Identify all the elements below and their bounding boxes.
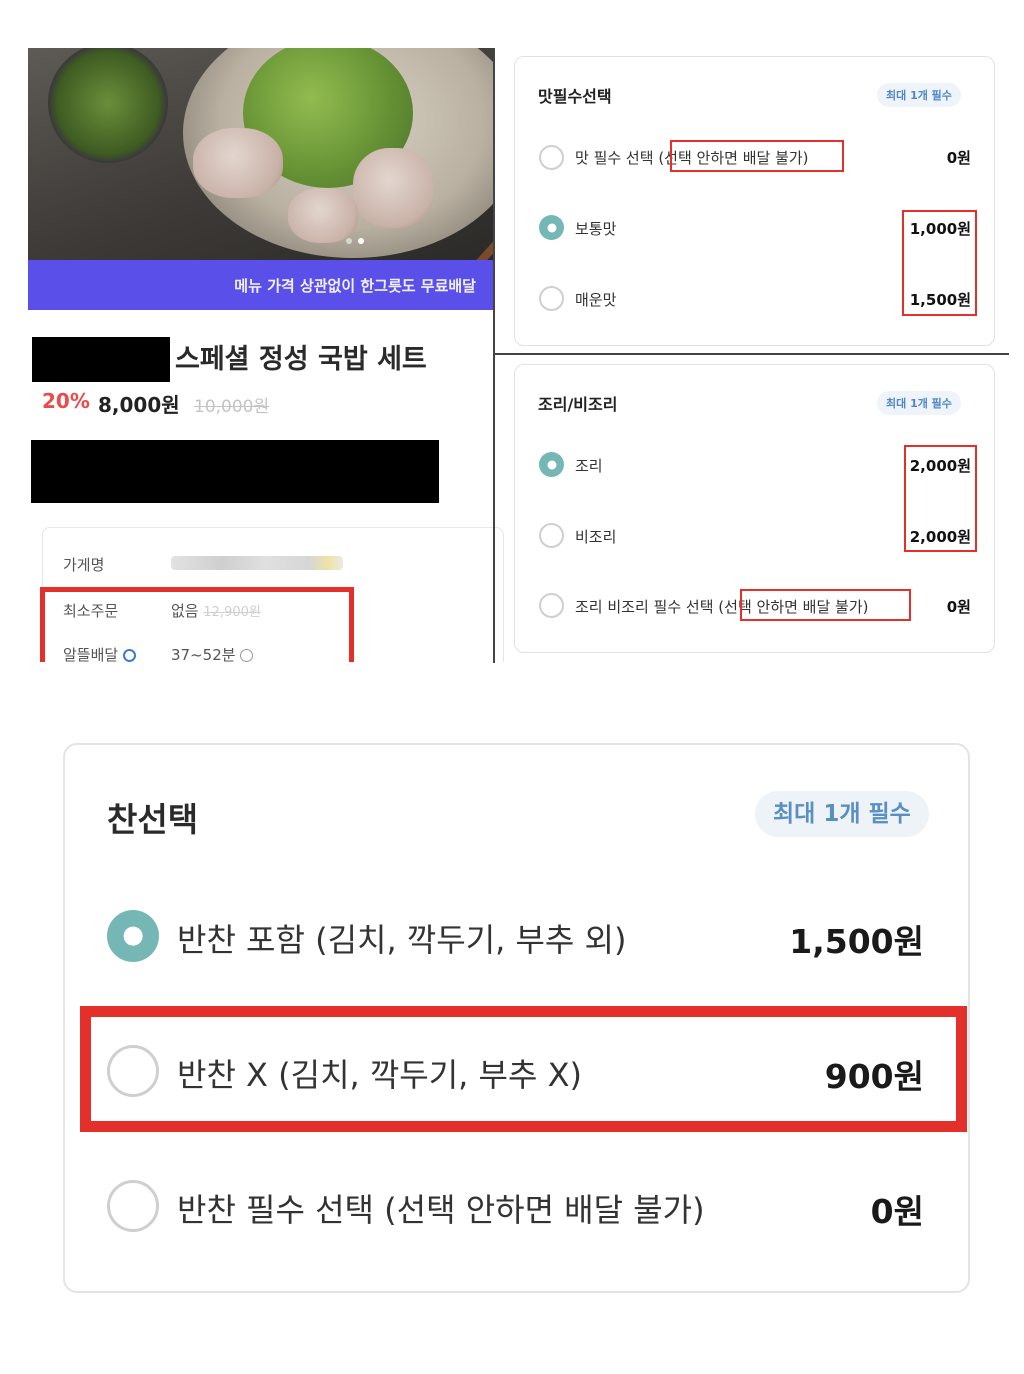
- side-bowl: [48, 48, 168, 163]
- product-photo: [28, 48, 494, 260]
- radio-spicy-taste[interactable]: [539, 286, 564, 311]
- discount-rate: 20%: [42, 389, 90, 413]
- carousel-dot[interactable]: [346, 238, 352, 244]
- required-badge: 최대 1개 필수: [877, 83, 961, 107]
- blurred-store-name: [171, 556, 343, 570]
- carousel-dot-active[interactable]: [358, 238, 364, 244]
- annotation-highlight: [80, 1006, 967, 1132]
- option-label-text: 맛 필수 선택: [575, 149, 654, 167]
- meat-slice: [353, 148, 433, 228]
- option-price: 1,500원: [789, 922, 924, 961]
- radio-cook-required[interactable]: [539, 593, 564, 618]
- option-label[interactable]: 반찬 포함 (김치, 깍두기, 부추 외): [177, 915, 626, 961]
- annotation-highlight: [740, 589, 911, 621]
- store-label: 가게명: [63, 556, 105, 574]
- divider: [493, 353, 1009, 355]
- meat-slice: [288, 188, 358, 243]
- divider: [493, 48, 495, 663]
- option-label[interactable]: 보통맛: [575, 218, 616, 239]
- option-label[interactable]: 반찬 필수 선택 (선택 안하면 배달 불가): [177, 1185, 705, 1231]
- option-label[interactable]: 매운맛: [575, 289, 616, 310]
- required-badge: 최대 1개 필수: [877, 391, 961, 415]
- option-label[interactable]: 조리: [575, 455, 603, 476]
- promo-banner[interactable]: 메뉴 가격 상관없이 한그릇도 무료배달: [28, 260, 494, 310]
- sale-price: 8,000원: [98, 393, 180, 417]
- crop-mask: [0, 662, 1024, 722]
- option-label[interactable]: 비조리: [575, 526, 616, 547]
- radio-taste-required[interactable]: [539, 145, 564, 170]
- annotation-highlight: [670, 140, 844, 172]
- card-title: 조리/비조리: [538, 395, 618, 414]
- original-price: 10,000원: [194, 397, 270, 417]
- redacted-store-name: [32, 337, 170, 382]
- option-label-text: 조리 비조리 필수 선택: [575, 598, 714, 616]
- radio-uncooked[interactable]: [539, 523, 564, 548]
- option-price: 0원: [946, 598, 971, 616]
- card-title: 찬선택: [107, 800, 199, 839]
- cook-option-card: 조리/비조리 최대 1개 필수 조리 2,000원 비조리 2,000원 조리 …: [514, 364, 995, 653]
- required-badge: 최대 1개 필수: [755, 791, 929, 837]
- radio-normal-taste[interactable]: [539, 215, 564, 240]
- option-price: 0원: [946, 149, 971, 167]
- annotation-highlight: [902, 210, 977, 316]
- meat-slice: [193, 128, 283, 198]
- option-price: 0원: [870, 1192, 924, 1231]
- radio-side-included[interactable]: [107, 910, 159, 962]
- redacted-block: [31, 440, 439, 503]
- annotation-highlight: [904, 445, 977, 552]
- taste-option-card: 맛필수선택 최대 1개 필수 맛 필수 선택 (선택 안하면 배달 불가) 0원…: [514, 56, 995, 346]
- carousel-dots[interactable]: [346, 238, 364, 244]
- radio-cooked[interactable]: [539, 452, 564, 477]
- product-title: 스페셜 정성 국밥 세트: [175, 344, 427, 375]
- card-title: 맛필수선택: [538, 87, 612, 106]
- radio-side-required[interactable]: [107, 1180, 159, 1232]
